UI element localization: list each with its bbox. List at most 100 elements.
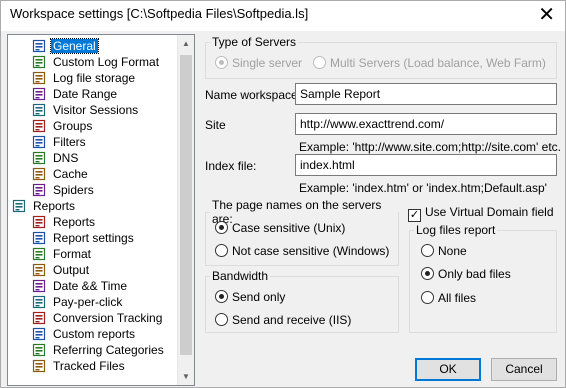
close-icon[interactable]: ✕ (538, 3, 555, 27)
tree-item[interactable]: Referring Categories (32, 342, 166, 358)
report-settings-icon (32, 231, 46, 245)
tree-item-label: Groups (53, 119, 93, 133)
cache-icon (32, 167, 46, 181)
tree-item[interactable]: Cache (32, 166, 90, 182)
scroll-thumb[interactable] (180, 55, 192, 355)
tree-item-label: Reports (53, 215, 96, 229)
not-case-sensitive-label: Not case sensitive (Windows) (232, 244, 390, 258)
tree-item[interactable]: Custom Log Format (32, 54, 161, 70)
radio-dot (421, 267, 434, 280)
virtual-domain-checkbox[interactable]: ✓ Use Virtual Domain field (408, 204, 554, 222)
format-icon (32, 247, 46, 261)
bandwidth-legend: Bandwidth (212, 269, 269, 283)
date-range-icon (32, 87, 46, 101)
groups-icon (32, 119, 46, 133)
case-sensitive-label: Case sensitive (Unix) (232, 221, 346, 235)
dns-icon (32, 151, 46, 165)
site-input[interactable]: http://www.exacttrend.com/ (295, 113, 557, 135)
output-icon (32, 263, 46, 277)
radio-dot (421, 291, 434, 304)
radio-dot (215, 244, 228, 257)
tree-item-label: Spiders (53, 183, 94, 197)
server-type-legend: Type of Servers (212, 35, 297, 49)
virtual-domain-label: Use Virtual Domain field (425, 205, 554, 219)
settings-tree[interactable]: General Custom Log Format Log file storage… (7, 34, 195, 386)
check-icon: ✓ (408, 209, 421, 222)
tree-item[interactable]: Visitor Sessions (32, 102, 140, 118)
tree-item[interactable]: Log file storage (32, 70, 137, 86)
log-none-radio[interactable]: None (421, 243, 467, 259)
tree-item[interactable]: Groups (32, 118, 94, 134)
visitor-sessions-icon (32, 103, 46, 117)
cancel-button[interactable]: Cancel (491, 358, 557, 381)
log-bad-files-label: Only bad files (438, 267, 511, 281)
not-case-sensitive-radio[interactable]: Not case sensitive (Windows) (215, 243, 389, 259)
tree-scrollbar[interactable]: ▲ ▼ (177, 35, 194, 385)
log-none-label: None (438, 244, 467, 258)
index-file-example: Example: 'index.htm' or 'index.htm;Defau… (299, 181, 547, 195)
tree-item[interactable]: DNS (32, 150, 80, 166)
scroll-up-arrow-icon[interactable]: ▲ (178, 35, 194, 52)
site-example: Example: 'http://www.site.com;http://sit… (299, 140, 562, 154)
reports-icon (32, 215, 46, 229)
log-all-files-label: All files (438, 291, 477, 305)
tree-item[interactable]: Date && Time (32, 278, 129, 294)
tree-item-label: Output (53, 263, 90, 277)
custom-log-format-icon (32, 55, 46, 69)
radio-dot (215, 313, 228, 326)
title-bar: Workspace settings [C:\Softpedia Files\S… (1, 1, 565, 31)
tree-item-label: Conversion Tracking (53, 311, 163, 325)
tree-item[interactable]: Output (32, 262, 91, 278)
radio-dot (421, 244, 434, 257)
general-icon (32, 39, 46, 53)
log-storage-icon (32, 71, 46, 85)
single-server-radio[interactable]: Single server (215, 55, 302, 71)
tree-item-label: Cache (53, 167, 88, 181)
tree-item-label: Log file storage (53, 71, 136, 85)
tree-item[interactable]: Filters (32, 134, 88, 150)
tree-item[interactable]: Pay-per-click (32, 294, 124, 310)
tree-item[interactable]: Tracked Files (32, 358, 127, 374)
radio-dot (313, 56, 326, 69)
index-file-input[interactable]: index.html (295, 154, 557, 176)
tree-item[interactable]: Conversion Tracking (32, 310, 164, 326)
tree-item-label: Custom reports (53, 327, 136, 341)
radio-dot (215, 290, 228, 303)
send-receive-label: Send and receive (IIS) (232, 313, 352, 327)
workspace-settings-dialog: Workspace settings [C:\Softpedia Files\S… (0, 0, 566, 388)
tree-item[interactable]: Report settings (32, 230, 136, 246)
tree-item-label: Date Range (53, 87, 118, 101)
tree-item[interactable]: Spiders (32, 182, 96, 198)
window-title: Workspace settings [C:\Softpedia Files\S… (10, 6, 309, 21)
custom-reports-icon (32, 327, 46, 341)
reports-root-icon (12, 199, 26, 213)
log-all-files-radio[interactable]: All files (421, 290, 476, 306)
site-label: Site (205, 118, 226, 132)
tree-item-label: Filters (53, 135, 86, 149)
tree-item-label: General (50, 38, 99, 54)
single-server-label: Single server (232, 56, 303, 70)
tree-item[interactable]: Format (32, 246, 93, 262)
tree-item-label: Report settings (53, 231, 134, 245)
log-bad-files-radio[interactable]: Only bad files (421, 266, 511, 282)
send-only-radio[interactable]: Send only (215, 289, 285, 305)
tree-item-label: Date && Time (53, 279, 128, 293)
tree-item[interactable]: Reports (32, 214, 97, 230)
tree-item-label: Reports (33, 199, 76, 213)
tree-item[interactable]: Date Range (32, 86, 119, 102)
tree-item[interactable]: General (32, 38, 99, 54)
tree-item-label: Format (53, 247, 92, 261)
tree-item[interactable]: Custom reports (32, 326, 137, 342)
tree-item-label: Pay-per-click (53, 295, 123, 309)
tree-item[interactable]: Reports (12, 198, 77, 214)
name-workspace-input[interactable]: Sample Report (295, 83, 557, 105)
tracked-files-icon (32, 359, 46, 373)
send-only-label: Send only (232, 290, 286, 304)
log-files-legend: Log files report (416, 223, 496, 237)
ok-button[interactable]: OK (415, 358, 481, 381)
case-sensitive-radio[interactable]: Case sensitive (Unix) (215, 220, 345, 236)
multi-server-radio[interactable]: Multi Servers (Load balance, Web Farm) (313, 55, 546, 71)
index-file-label: Index file: (205, 159, 257, 173)
send-receive-radio[interactable]: Send and receive (IIS) (215, 312, 351, 328)
scroll-down-arrow-icon[interactable]: ▼ (178, 368, 194, 385)
